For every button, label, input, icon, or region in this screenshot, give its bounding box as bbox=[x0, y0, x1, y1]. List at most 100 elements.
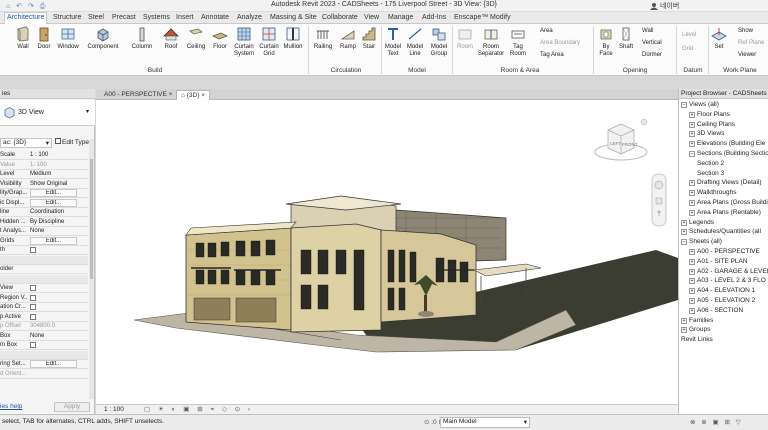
vertical-opening-button[interactable]: Vertical bbox=[642, 40, 662, 46]
window-button[interactable]: Window bbox=[55, 26, 81, 64]
expand-icon[interactable]: + bbox=[689, 141, 695, 148]
browser-item[interactable]: − Views (all) bbox=[681, 100, 719, 109]
properties-help-link[interactable]: ies help bbox=[0, 403, 22, 410]
expand-icon[interactable]: + bbox=[689, 121, 695, 128]
tab-view[interactable]: View bbox=[362, 13, 381, 24]
property-row[interactable]: Hidden ... By Discipline bbox=[0, 218, 88, 227]
checkbox[interactable] bbox=[30, 304, 36, 310]
by-face-button[interactable]: By Face bbox=[596, 26, 616, 64]
property-value[interactable]: 1: 100 bbox=[30, 161, 77, 169]
property-row[interactable]: Grids Edit... bbox=[0, 236, 88, 246]
property-value[interactable] bbox=[30, 303, 77, 313]
roof-button[interactable]: Roof bbox=[160, 26, 182, 64]
property-value[interactable]: None bbox=[30, 227, 77, 235]
expand-icon[interactable]: + bbox=[689, 268, 695, 275]
viewer-button[interactable]: Viewer bbox=[738, 52, 756, 58]
property-value[interactable] bbox=[30, 341, 77, 351]
tab-annotate[interactable]: Annotate bbox=[199, 13, 231, 24]
expand-icon[interactable]: + bbox=[689, 200, 695, 206]
property-row[interactable]: p Active bbox=[0, 313, 88, 322]
property-value[interactable]: Coordination bbox=[30, 208, 77, 216]
expand-icon[interactable]: + bbox=[689, 111, 695, 118]
property-row[interactable]: Scale 1 : 100 bbox=[0, 151, 88, 160]
checkbox[interactable] bbox=[30, 285, 36, 291]
browser-item[interactable]: − Sheets (all) bbox=[681, 237, 722, 246]
tab-precast[interactable]: Precast bbox=[110, 13, 138, 24]
checkbox[interactable] bbox=[30, 294, 36, 301]
browser-item[interactable]: + Walkthroughs bbox=[689, 188, 737, 197]
collapse-icon[interactable]: − bbox=[681, 102, 687, 108]
viewcube[interactable]: LEFT FRONT bbox=[594, 118, 648, 161]
browser-item[interactable]: + A00 - PERSPECTIVE bbox=[689, 247, 760, 256]
expand-icon[interactable]: + bbox=[689, 249, 695, 255]
apply-button[interactable]: Apply bbox=[54, 402, 90, 412]
property-row[interactable]: ring Set... Edit... bbox=[0, 360, 88, 369]
scroll-thumb[interactable] bbox=[90, 159, 93, 279]
property-row[interactable]: Region V... bbox=[0, 294, 88, 303]
view-control-icons[interactable]: ▢ ☀ ◐ ▣ ⊞ ⌖ ◇ ⊙ ‹ bbox=[144, 405, 253, 414]
tab-modify[interactable]: Modify bbox=[488, 13, 513, 24]
property-row[interactable]: d Orient... bbox=[0, 370, 88, 379]
property-row[interactable]: lity/Grap... Edit... bbox=[0, 189, 88, 198]
checkbox[interactable] bbox=[30, 313, 36, 320]
close-icon[interactable]: × bbox=[201, 92, 205, 99]
room-separator-button[interactable]: Room Separator bbox=[476, 26, 506, 64]
tab-enscape[interactable]: Enscape™ bbox=[452, 13, 490, 24]
model-line-button[interactable]: Model Line bbox=[404, 26, 426, 64]
property-row[interactable]: Visibility Show Original bbox=[0, 180, 88, 189]
expand-icon[interactable]: + bbox=[689, 278, 695, 285]
browser-item[interactable]: Revit Links bbox=[681, 335, 713, 344]
property-row[interactable]: p Offset 304800.0 bbox=[0, 322, 88, 331]
property-value[interactable]: Medium bbox=[30, 170, 77, 178]
tab-massing-site[interactable]: Massing & Site bbox=[268, 13, 319, 24]
room-button[interactable]: Room bbox=[455, 26, 475, 64]
edit-button[interactable]: Edit... bbox=[30, 360, 77, 368]
dormer-button[interactable]: Dormer bbox=[642, 52, 662, 58]
property-value[interactable]: None bbox=[30, 332, 77, 340]
tab-insert[interactable]: Insert bbox=[174, 13, 196, 24]
browser-item[interactable]: Section 3 bbox=[697, 169, 724, 178]
navigation-bar[interactable] bbox=[651, 173, 667, 227]
expand-icon[interactable]: + bbox=[689, 307, 695, 314]
property-value[interactable] bbox=[30, 246, 77, 256]
mullion-button[interactable]: Mullion bbox=[281, 26, 305, 64]
tag-room-button[interactable]: Tag Room bbox=[508, 26, 528, 64]
browser-item[interactable]: + Area Plans (Gross Buildi bbox=[689, 198, 768, 207]
building-model[interactable]: LEFT FRONT bbox=[96, 100, 678, 404]
property-row[interactable]: t Analys... None bbox=[0, 227, 88, 236]
expand-icon[interactable]: + bbox=[689, 209, 695, 216]
browser-item[interactable]: + A03 - LEVEL 2 & 3 FLO bbox=[689, 276, 766, 285]
edit-type-button[interactable]: Edit Type bbox=[55, 138, 89, 146]
type-selector[interactable]: 3D View ▾ bbox=[0, 100, 95, 126]
wall-opening-button[interactable]: Wall bbox=[642, 28, 653, 34]
browser-item[interactable]: + Groups bbox=[681, 325, 710, 334]
property-row[interactable]: m Box bbox=[0, 341, 88, 350]
property-row[interactable]: Level Medium bbox=[0, 170, 88, 179]
set-work-plane-button[interactable]: Set bbox=[710, 26, 728, 64]
property-row[interactable]: th bbox=[0, 246, 88, 255]
user-name[interactable]: 네이버 bbox=[660, 1, 679, 11]
property-row[interactable]: Value 1: 100 bbox=[0, 161, 88, 170]
show-work-plane-button[interactable]: Show bbox=[738, 28, 753, 34]
browser-item[interactable]: + Elevations (Building Ele bbox=[689, 139, 765, 148]
tab-systems[interactable]: Systems bbox=[141, 13, 172, 24]
3d-viewport[interactable]: LEFT FRONT bbox=[96, 100, 678, 404]
checkbox[interactable] bbox=[30, 342, 36, 348]
tab-steel[interactable]: Steel bbox=[86, 13, 106, 24]
edit-button[interactable]: Edit... bbox=[30, 236, 77, 245]
expand-icon[interactable]: + bbox=[681, 219, 687, 226]
browser-item[interactable]: Section 2 bbox=[697, 159, 724, 168]
browser-item[interactable]: + A04 - ELEVATION 1 bbox=[689, 286, 755, 295]
instance-filter-dropdown[interactable]: ac: {3D} ▾ bbox=[0, 138, 52, 148]
browser-item[interactable]: + Floor Plans bbox=[689, 110, 730, 119]
browser-item[interactable]: + Families bbox=[681, 316, 713, 325]
property-value[interactable]: Show Original bbox=[30, 180, 77, 188]
property-row[interactable]: older bbox=[0, 265, 88, 274]
browser-item[interactable]: + Schedules/Quantities (all bbox=[681, 227, 761, 236]
stair-button[interactable]: Stair bbox=[360, 26, 378, 64]
property-row[interactable]: line Coordination bbox=[0, 208, 88, 217]
curtain-grid-button[interactable]: Curtain Grid bbox=[258, 26, 280, 64]
railing-button[interactable]: Railing bbox=[312, 26, 334, 64]
property-value[interactable] bbox=[30, 294, 77, 304]
property-row[interactable]: Box None bbox=[0, 332, 88, 341]
